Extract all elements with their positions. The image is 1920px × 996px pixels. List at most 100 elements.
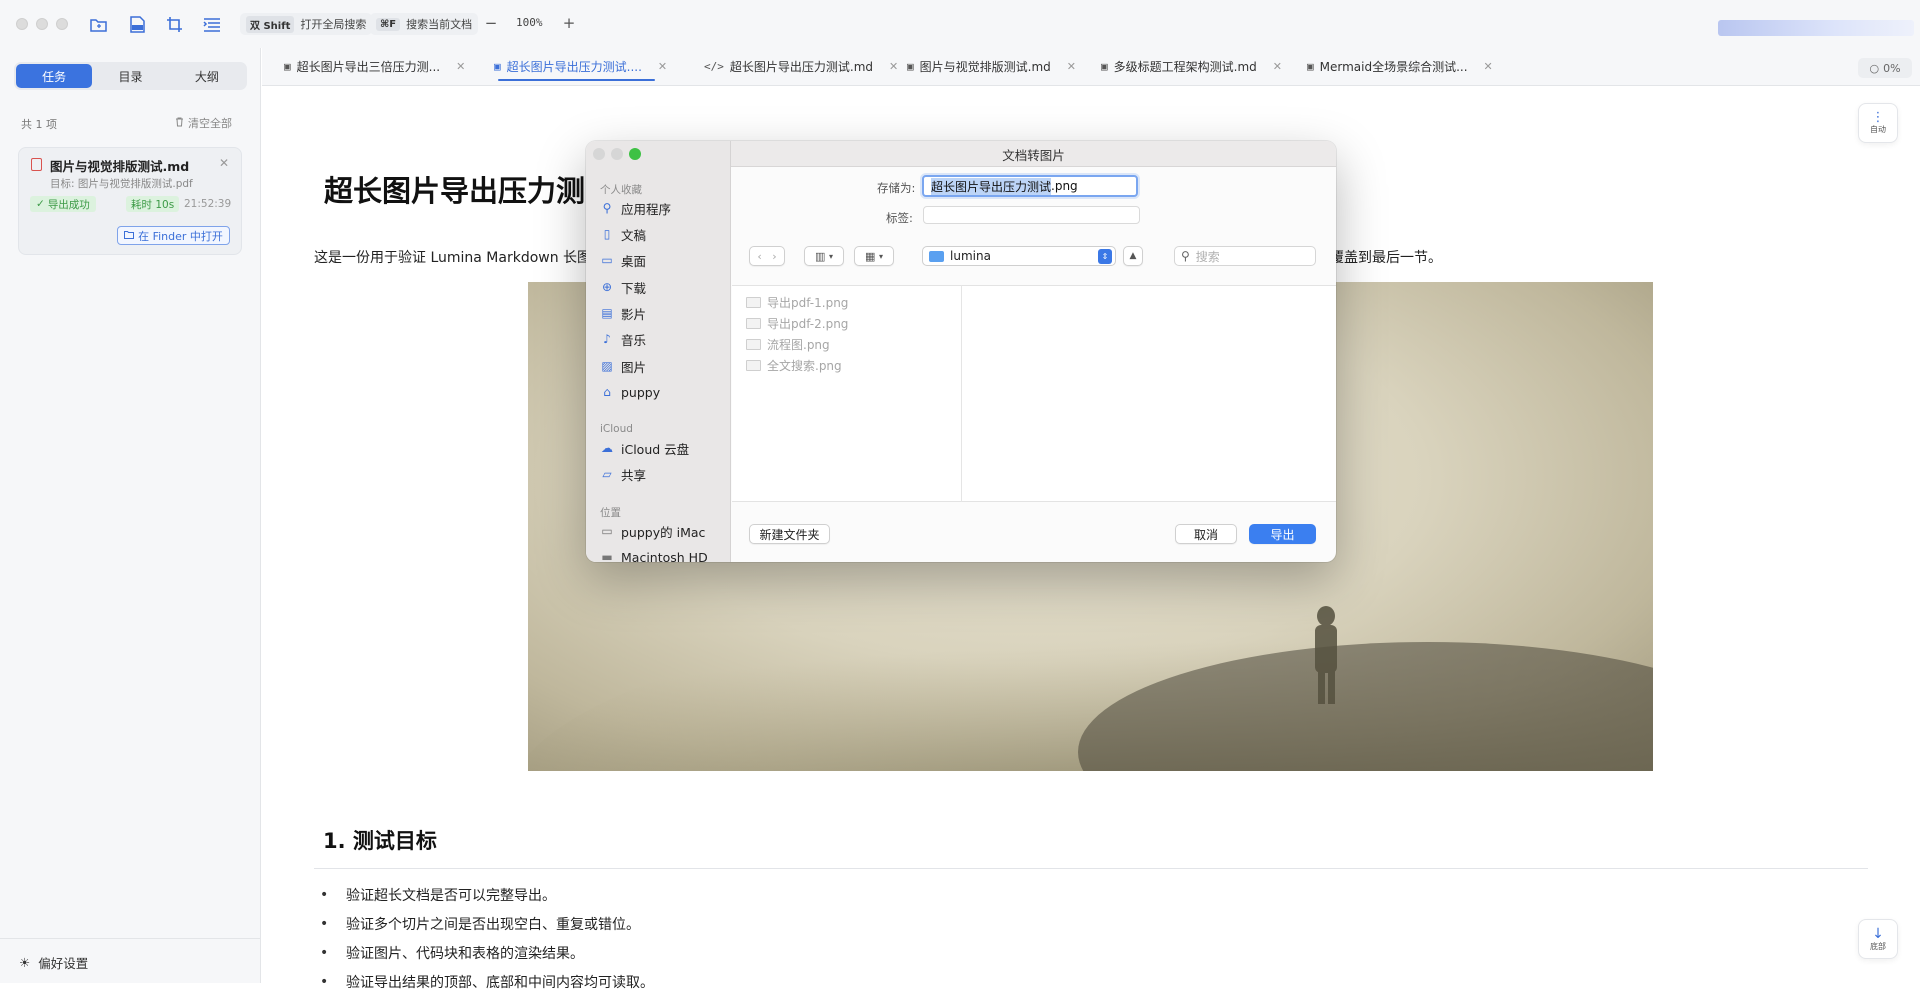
tags-input[interactable] (923, 206, 1140, 224)
file-row[interactable]: 流程图.png (746, 334, 830, 355)
collapse-dialog-button[interactable]: ▲ (1123, 246, 1143, 266)
document-image-icon: ▣ (284, 60, 291, 73)
sidebar-item-pictures[interactable]: ▨ 图片 (600, 355, 646, 377)
tab-4[interactable]: ▣ 图片与视觉排版测试.md ✕ (907, 48, 1076, 85)
column-divider (961, 285, 962, 502)
search-icon: ⚲ (1181, 249, 1190, 263)
outline-toggle-icon[interactable] (201, 14, 223, 34)
checkmark-icon: ✓ (36, 198, 45, 210)
sidebar-item-imac[interactable]: ▭ puppy的 iMac (600, 520, 705, 542)
status-badge: ✓ 导出成功 (30, 196, 96, 212)
sidebar-item-downloads[interactable]: ⊕ 下载 (600, 276, 646, 298)
list-item: 验证超长文档是否可以完整导出。 (314, 880, 1814, 909)
sidebar-tab-outline[interactable]: 大纲 (169, 64, 245, 88)
tab-label: Mermaid全场景综合测试... (1319, 60, 1468, 74)
file-row[interactable]: 导出pdf-2.png (746, 313, 848, 334)
file-name: 流程图.png (767, 338, 830, 352)
sidebar-item-home[interactable]: ⌂ puppy (600, 381, 660, 403)
document-image-icon: ▣ (1307, 60, 1314, 73)
tab-label: 超长图片导出压力测试.md (729, 60, 873, 74)
film-icon: ▤ (601, 306, 613, 320)
icloud-header: iCloud (600, 423, 633, 435)
sidebar-item-movies[interactable]: ▤ 影片 (600, 302, 646, 324)
task-timestamp: 21:52:39 (184, 198, 232, 210)
file-row[interactable]: 导出pdf-1.png (746, 292, 848, 313)
finder-button-label: 在 Finder 中打开 (138, 229, 223, 243)
clear-all-label: 清空全部 (188, 117, 232, 130)
folder-icon (124, 229, 135, 242)
clear-all-button[interactable]: 清空全部 (175, 115, 232, 131)
crop-icon[interactable] (163, 14, 185, 34)
location-select[interactable]: lumina ⇕ (922, 246, 1116, 266)
columns-view-icon: ▥ (815, 249, 826, 263)
open-in-finder-button[interactable]: 在 Finder 中打开 (117, 226, 230, 245)
dialog-search-input[interactable]: ⚲ 搜索 (1174, 246, 1316, 266)
sidebar-item-label: 应用程序 (621, 201, 672, 217)
goal-list: 验证超长文档是否可以完整导出。 验证多个切片之间是否出现空白、重复或错位。 验证… (314, 880, 1814, 996)
global-search-shortcut[interactable]: 双 Shift 打开全局搜索 (240, 13, 373, 35)
file-name: 导出pdf-2.png (767, 317, 849, 331)
shortcut-label: 搜索当前文档 (406, 18, 473, 31)
sun-gear-icon: ☀ (19, 955, 31, 970)
sidebar-item-shared[interactable]: ▱ 共享 (600, 463, 646, 485)
back-forward-buttons[interactable]: ‹ › (749, 246, 785, 266)
export-image-dialog: 文档转图片 个人收藏 ⚲ 应用程序 ▯ 文稿 ▭ 桌面 ⊕ 下载 ▤ 影片 ♪ 音乐 ▨ 图片… (586, 141, 1336, 562)
window-zoom-button[interactable] (56, 18, 68, 30)
preferences-label: 偏好设置 (38, 956, 89, 971)
list-item: 验证图片、代码块和表格的渲染结果。 (314, 938, 1814, 967)
tab-5[interactable]: ▣ 多级标题工程架构测试.md ✕ (1101, 48, 1282, 85)
dialog-close-button[interactable] (593, 148, 605, 160)
zoom-level: 100% (516, 16, 543, 29)
export-pdf-icon[interactable] (126, 14, 148, 34)
tab-close-icon[interactable]: ✕ (1273, 60, 1282, 73)
document-image-icon: ▣ (494, 60, 501, 73)
sidebar-item-applications[interactable]: ⚲ 应用程序 (600, 197, 671, 219)
open-folder-icon[interactable] (87, 14, 109, 34)
applications-icon: ⚲ (602, 201, 612, 215)
tags-label: 标签: (886, 211, 913, 225)
tab-6[interactable]: ▣ Mermaid全场景综合测试... ✕ (1307, 48, 1493, 85)
list-item: 验证导出结果的顶部、底部和中间内容均可读取。 (314, 967, 1814, 996)
folder-icon (929, 250, 944, 262)
tab-close-icon[interactable]: ✕ (889, 60, 898, 73)
sidebar-item-macintosh-hd[interactable]: ▬ Macintosh HD (600, 546, 707, 563)
zoom-out-button[interactable]: − (482, 14, 500, 32)
tab-close-icon[interactable]: ✕ (1484, 60, 1493, 73)
scroll-bottom-button[interactable]: ↓ 底部 (1858, 919, 1898, 959)
tab-2-active[interactable]: ▣ 超长图片导出压力测试.... ✕ (494, 48, 667, 85)
view-mode-button[interactable]: ▥ ▾ (804, 246, 844, 266)
auto-scroll-button[interactable]: ⋮ 自动 (1858, 103, 1898, 143)
sidebar-item-documents[interactable]: ▯ 文稿 (600, 223, 646, 245)
download-icon: ⊕ (601, 280, 613, 294)
dialog-minimize-button[interactable] (611, 148, 623, 160)
new-folder-button[interactable]: 新建文件夹 (749, 524, 830, 544)
window-minimize-button[interactable] (36, 18, 48, 30)
window-close-button[interactable] (16, 18, 28, 30)
cancel-button[interactable]: 取消 (1175, 524, 1237, 544)
document-intro-text: 这是一份用于验证 Lumina Markdown 长图 (314, 250, 592, 266)
dialog-zoom-button[interactable] (629, 148, 641, 160)
sidebar-tab-toc[interactable]: 目录 (92, 64, 168, 88)
sidebar-item-music[interactable]: ♪ 音乐 (600, 328, 646, 350)
file-row[interactable]: 全文搜索.png (746, 355, 842, 376)
save-as-input[interactable]: 超长图片导出压力测试 .png (922, 175, 1138, 197)
doc-search-shortcut[interactable]: ⌘F 搜索当前文档 (370, 13, 479, 35)
tab-3[interactable]: </> 超长图片导出压力测试.md ✕ (704, 48, 898, 85)
group-by-button[interactable]: ▦ ▾ (854, 246, 894, 266)
home-icon: ⌂ (603, 385, 611, 399)
tab-close-icon[interactable]: ✕ (456, 60, 465, 73)
tab-close-icon[interactable]: ✕ (658, 60, 667, 73)
cloud-icon: ☁ (601, 441, 613, 455)
task-close-icon[interactable]: ✕ (219, 156, 229, 170)
zoom-in-button[interactable]: + (560, 14, 578, 32)
tab-1[interactable]: ▣ 超长图片导出三倍压力测... ✕ (284, 48, 465, 85)
sidebar-tab-tasks[interactable]: 任务 (16, 64, 93, 88)
tab-close-icon[interactable]: ✕ (1067, 60, 1076, 73)
tab-label: 多级标题工程架构测试.md (1113, 60, 1257, 74)
sidebar-item-icloud-drive[interactable]: ☁ iCloud 云盘 (600, 437, 689, 459)
sidebar-item-label: 共享 (621, 467, 647, 483)
preferences-button[interactable]: ☀ 偏好设置 (19, 953, 88, 972)
export-button[interactable]: 导出 (1249, 524, 1316, 544)
sidebar-item-desktop[interactable]: ▭ 桌面 (600, 249, 646, 271)
chevron-up-icon: ▲ (1129, 251, 1137, 261)
